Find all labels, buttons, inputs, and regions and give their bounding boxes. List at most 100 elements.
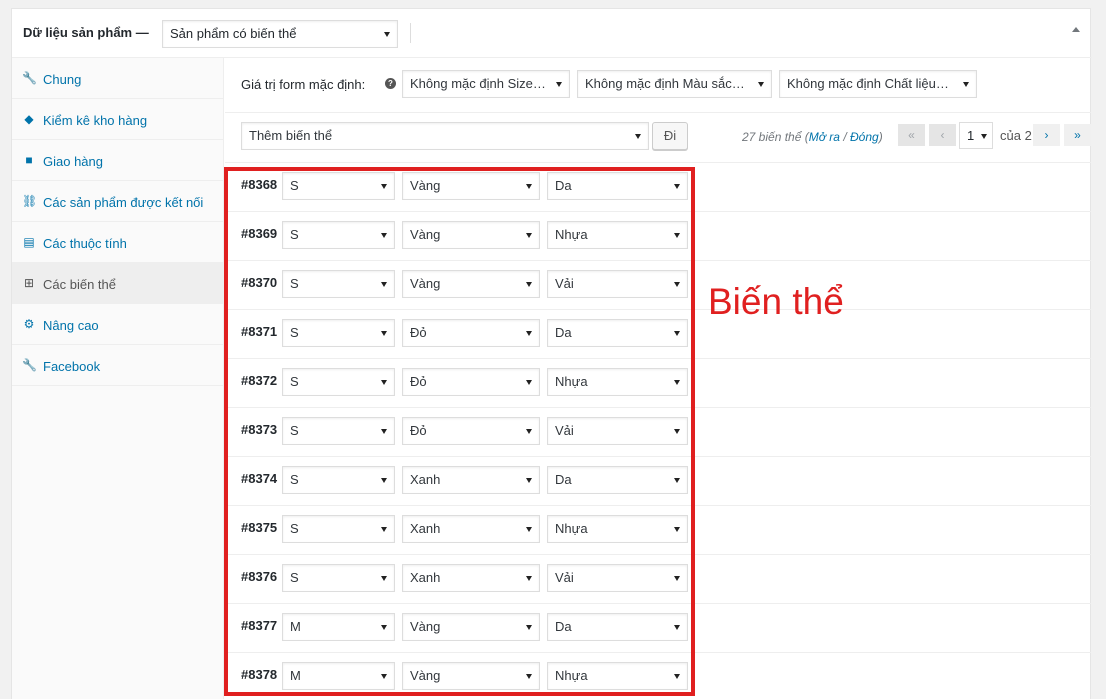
sidebar-item-linked-products[interactable]: ⛓ Các sản phẩm được kết nối — [12, 181, 223, 222]
sidebar-item-attributes[interactable]: ▤ Các thuộc tính — [12, 222, 223, 263]
wrench-icon: 🔧 — [22, 358, 37, 372]
help-icon[interactable]: ? — [385, 78, 396, 89]
variation-row[interactable]: #8377 M Vàng Da — [225, 604, 1091, 653]
variation-row[interactable]: #8368 S Vàng Da — [225, 163, 1091, 212]
variation-size-select[interactable]: S — [282, 221, 395, 249]
variation-size-select[interactable]: S — [282, 515, 395, 543]
variation-row[interactable]: #8373 S Đỏ Vải — [225, 408, 1091, 457]
variation-material-select[interactable]: Nhựa — [547, 515, 688, 543]
product-type-select[interactable]: Sản phẩm có biến thể — [162, 20, 398, 48]
chevron-down-icon — [526, 478, 532, 483]
variation-row[interactable]: #8369 S Vàng Nhựa — [225, 212, 1091, 261]
sidebar-item-inventory[interactable]: ◆ Kiểm kê kho hàng — [12, 99, 223, 140]
sidebar-item-label: Các biến thể — [43, 277, 116, 292]
variation-size-select[interactable]: S — [282, 368, 395, 396]
variation-size-select[interactable]: S — [282, 564, 395, 592]
variation-material-select[interactable]: Vải — [547, 270, 688, 298]
product-data-panel: Dữ liệu sản phẩm — Sản phẩm có biến thể … — [11, 8, 1092, 699]
variation-size-select[interactable]: S — [282, 319, 395, 347]
variation-color-select[interactable]: Vàng — [402, 613, 540, 641]
chevron-down-icon — [381, 233, 387, 238]
chevron-down-icon — [674, 478, 680, 483]
sidebar-item-general[interactable]: 🔧 Chung — [12, 58, 223, 99]
default-color-select[interactable]: Không mặc định Màu sắc… — [577, 70, 772, 98]
variation-material-select[interactable]: Nhựa — [547, 221, 688, 249]
prev-page-button[interactable]: ‹ — [929, 124, 956, 146]
variation-color-select[interactable]: Vàng — [402, 662, 540, 690]
chevron-down-icon — [674, 233, 680, 238]
product-data-tabs: 🔧 Chung ◆ Kiểm kê kho hàng ■ Giao hàng ⛓… — [12, 58, 224, 699]
variation-id: #8373 — [241, 422, 278, 437]
expand-all-link[interactable]: Mở ra — [809, 130, 840, 144]
variation-material-select[interactable]: Da — [547, 319, 688, 347]
chevron-down-icon — [526, 282, 532, 287]
chevron-down-icon — [963, 82, 969, 87]
variation-size-select[interactable]: S — [282, 417, 395, 445]
variation-material-select[interactable]: Vải — [547, 417, 688, 445]
chevron-down-icon — [381, 429, 387, 434]
page-of-label: của 2 — [1000, 128, 1032, 143]
variation-id: #8375 — [241, 520, 278, 535]
default-form-values: Giá trị form mặc định: ? Không mặc định … — [225, 58, 1091, 113]
variation-row[interactable]: #8371 S Đỏ Da — [225, 310, 1091, 359]
page-select[interactable]: 1 — [959, 122, 993, 149]
collapse-panel-icon[interactable] — [1072, 27, 1080, 32]
chevron-down-icon — [381, 527, 387, 532]
variation-color-select[interactable]: Đỏ — [402, 368, 540, 396]
variation-size-select[interactable]: M — [282, 613, 395, 641]
variation-size-select[interactable]: S — [282, 172, 395, 200]
variation-row[interactable]: #8375 S Xanh Nhựa — [225, 506, 1091, 555]
chevron-down-icon — [674, 184, 680, 189]
bulk-action-select[interactable]: Thêm biến thể — [241, 122, 649, 150]
collapse-all-link[interactable]: Đóng — [850, 130, 879, 144]
header-divider — [410, 23, 411, 43]
variation-material-select[interactable]: Nhựa — [547, 662, 688, 690]
chevron-down-icon — [526, 576, 532, 581]
variation-row[interactable]: #8378 M Vàng Nhựa — [225, 653, 1091, 699]
chevron-down-icon — [674, 380, 680, 385]
chevron-down-icon — [381, 674, 387, 679]
last-page-button[interactable]: » — [1064, 124, 1091, 146]
variation-color-select[interactable]: Xanh — [402, 515, 540, 543]
default-size-select[interactable]: Không mặc định Size… — [402, 70, 570, 98]
variation-color-select[interactable]: Xanh — [402, 564, 540, 592]
chevron-down-icon — [381, 478, 387, 483]
first-page-button[interactable]: « — [898, 124, 925, 146]
variation-color-select[interactable]: Xanh — [402, 466, 540, 494]
variation-color-select[interactable]: Vàng — [402, 270, 540, 298]
variation-material-select[interactable]: Da — [547, 613, 688, 641]
go-button[interactable]: Đi — [652, 122, 688, 150]
chevron-down-icon — [526, 331, 532, 336]
variation-material-select[interactable]: Da — [547, 466, 688, 494]
sidebar-item-variations[interactable]: ⊞ Các biến thể — [12, 263, 223, 304]
link-icon: ⛓ — [22, 194, 38, 208]
variation-size-select[interactable]: M — [282, 662, 395, 690]
variation-material-select[interactable]: Vải — [547, 564, 688, 592]
sidebar-item-facebook[interactable]: 🔧 Facebook — [12, 345, 223, 386]
variation-id: #8377 — [241, 618, 278, 633]
variation-row[interactable]: #8370 S Vàng Vải — [225, 261, 1091, 310]
chevron-down-icon — [381, 282, 387, 287]
variation-id: #8370 — [241, 275, 278, 290]
variation-material-select[interactable]: Da — [547, 172, 688, 200]
chevron-down-icon — [981, 134, 987, 139]
variation-row[interactable]: #8376 S Xanh Vải — [225, 555, 1091, 604]
variation-size-select[interactable]: S — [282, 270, 395, 298]
default-material-select[interactable]: Không mặc định Chất liệu… — [779, 70, 977, 98]
variation-color-select[interactable]: Vàng — [402, 221, 540, 249]
chevron-down-icon — [526, 184, 532, 189]
variation-row[interactable]: #8374 S Xanh Da — [225, 457, 1091, 506]
sidebar-item-label: Kiểm kê kho hàng — [43, 113, 148, 128]
tag-icon: ◆ — [24, 112, 34, 126]
variation-color-select[interactable]: Đỏ — [402, 417, 540, 445]
variation-material-select[interactable]: Nhựa — [547, 368, 688, 396]
variation-color-select[interactable]: Vàng — [402, 172, 540, 200]
panel-header: Dữ liệu sản phẩm — Sản phẩm có biến thể — [12, 9, 1092, 58]
variation-size-select[interactable]: S — [282, 466, 395, 494]
variation-color-select[interactable]: Đỏ — [402, 319, 540, 347]
chevron-down-icon — [526, 674, 532, 679]
sidebar-item-advanced[interactable]: ⚙ Nâng cao — [12, 304, 223, 345]
variation-row[interactable]: #8372 S Đỏ Nhựa — [225, 359, 1091, 408]
sidebar-item-shipping[interactable]: ■ Giao hàng — [12, 140, 223, 181]
next-page-button[interactable]: › — [1033, 124, 1060, 146]
